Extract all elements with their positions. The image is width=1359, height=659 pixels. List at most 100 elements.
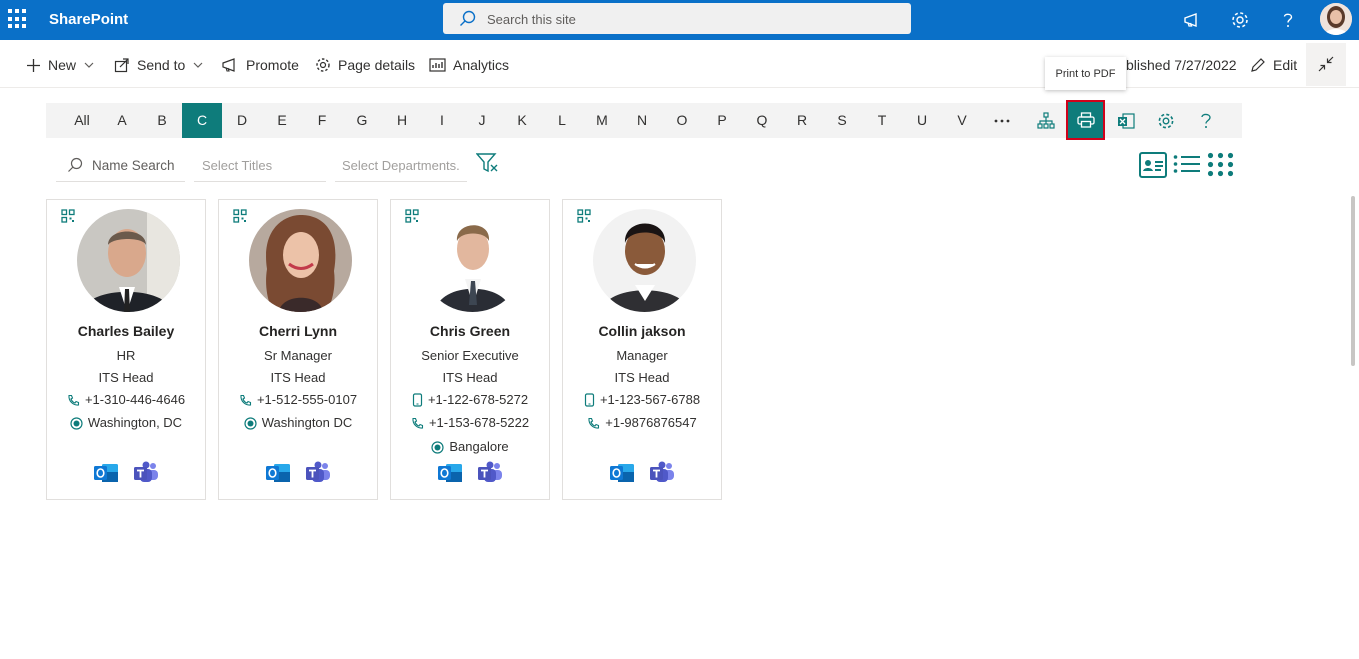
- letter-t[interactable]: T: [862, 103, 902, 138]
- new-label: New: [48, 57, 77, 73]
- employee-card[interactable]: Cherri Lynn Sr Manager ITS Head +1-512-5…: [218, 199, 378, 500]
- titles-placeholder: Select Titles: [202, 158, 273, 173]
- print-to-pdf-button[interactable]: [1066, 100, 1105, 140]
- employee-location-text: Washington DC: [261, 415, 353, 430]
- employee-phone[interactable]: +1-153-678-5222: [391, 415, 549, 430]
- directory-help-button[interactable]: [1186, 103, 1226, 138]
- letter-h[interactable]: H: [382, 103, 422, 138]
- letter-v[interactable]: V: [942, 103, 982, 138]
- card-view-icon[interactable]: [1139, 152, 1167, 178]
- clear-filter-icon[interactable]: [476, 152, 500, 174]
- collapse-button[interactable]: [1306, 43, 1346, 86]
- letter-k[interactable]: K: [502, 103, 542, 138]
- employee-phone[interactable]: +1-310-446-4646: [47, 392, 205, 407]
- letter-n[interactable]: N: [622, 103, 662, 138]
- name-search-placeholder: Name Search: [92, 158, 175, 173]
- employee-photo: [249, 209, 352, 312]
- letter-j[interactable]: J: [462, 103, 502, 138]
- qr-code-icon[interactable]: [577, 209, 591, 223]
- employee-name: Collin jakson: [598, 323, 686, 339]
- letter-f[interactable]: F: [302, 103, 342, 138]
- teams-icon[interactable]: [133, 461, 159, 485]
- letter-c[interactable]: C: [182, 103, 222, 138]
- letter-g[interactable]: G: [342, 103, 382, 138]
- letter-s[interactable]: S: [822, 103, 862, 138]
- letter-m[interactable]: M: [582, 103, 622, 138]
- teams-icon[interactable]: [649, 461, 675, 485]
- send-to-button[interactable]: Send to: [114, 57, 210, 73]
- employee-card[interactable]: Collin jakson Manager ITS Head +1-123-56…: [562, 199, 722, 500]
- letter-r[interactable]: R: [782, 103, 822, 138]
- edit-button[interactable]: Edit: [1250, 57, 1297, 73]
- export-excel-button[interactable]: [1106, 103, 1146, 138]
- employee-phone-number: +1-512-555-0107: [256, 392, 358, 407]
- promote-label: Promote: [246, 57, 299, 73]
- promote-button[interactable]: Promote: [221, 57, 299, 73]
- megaphone-icon[interactable]: [1182, 10, 1202, 30]
- phone-icon: [412, 417, 423, 429]
- letter-e[interactable]: E: [262, 103, 302, 138]
- directory-settings-button[interactable]: [1146, 103, 1186, 138]
- grid-view-icon[interactable]: [1207, 152, 1234, 177]
- departments-select[interactable]: Select Departments.: [335, 150, 467, 182]
- org-chart-button[interactable]: [1026, 103, 1066, 138]
- employee-location: Bangalore: [391, 439, 549, 454]
- analytics-button[interactable]: Analytics: [429, 57, 509, 73]
- letter-i[interactable]: I: [422, 103, 462, 138]
- employee-department: ITS Head: [270, 370, 326, 385]
- qr-code-icon[interactable]: [61, 209, 75, 223]
- contact-apps: [47, 461, 205, 490]
- brand-title[interactable]: SharePoint: [49, 11, 128, 28]
- page-details-button[interactable]: Page details: [315, 57, 415, 73]
- qr-code-icon[interactable]: [233, 209, 247, 223]
- excel-icon: [1118, 112, 1135, 129]
- name-search-input[interactable]: Name Search: [56, 150, 185, 182]
- location-icon: [244, 417, 257, 430]
- letter-q[interactable]: Q: [742, 103, 782, 138]
- list-view-icon[interactable]: [1173, 154, 1201, 174]
- teams-icon[interactable]: [477, 461, 503, 485]
- mobile-phone-icon: [584, 393, 595, 407]
- letter-all[interactable]: All: [62, 103, 102, 138]
- site-search-input[interactable]: Search this site: [443, 3, 911, 34]
- employee-name: Chris Green: [429, 323, 511, 339]
- employee-department: ITS Head: [442, 370, 498, 385]
- app-launcher-icon[interactable]: [8, 9, 28, 29]
- teams-icon[interactable]: [305, 461, 331, 485]
- employee-phone-number: +1-310-446-4646: [84, 392, 186, 407]
- outlook-icon[interactable]: [437, 461, 463, 485]
- letter-l[interactable]: L: [542, 103, 582, 138]
- search-icon: [460, 10, 476, 26]
- qr-code-icon[interactable]: [405, 209, 419, 223]
- page-details-label: Page details: [338, 57, 416, 73]
- outlook-icon[interactable]: [93, 461, 119, 485]
- settings-gear-icon[interactable]: [1230, 10, 1250, 30]
- help-icon[interactable]: [1278, 10, 1298, 30]
- titles-select[interactable]: Select Titles: [194, 150, 326, 182]
- letter-a[interactable]: A: [102, 103, 142, 138]
- employee-mobile-number: +1-122-678-5272: [427, 392, 529, 407]
- phone-icon: [68, 394, 79, 406]
- new-button[interactable]: New: [26, 57, 101, 73]
- letter-d[interactable]: D: [222, 103, 262, 138]
- edit-label: Edit: [1273, 57, 1298, 73]
- page-scrollbar[interactable]: [1351, 196, 1355, 366]
- employee-location: Washington DC: [219, 415, 377, 430]
- more-letters-button[interactable]: [982, 103, 1022, 138]
- employee-mobile[interactable]: +1-123-567-6788: [563, 392, 721, 407]
- user-avatar[interactable]: [1320, 3, 1352, 35]
- letter-p[interactable]: P: [702, 103, 742, 138]
- employee-card[interactable]: Charles Bailey HR ITS Head +1-310-446-46…: [46, 199, 206, 500]
- employee-phone[interactable]: +1-9876876547: [563, 415, 721, 430]
- outlook-icon[interactable]: [265, 461, 291, 485]
- letter-b[interactable]: B: [142, 103, 182, 138]
- employee-mobile[interactable]: +1-122-678-5272: [391, 392, 549, 407]
- letter-u[interactable]: U: [902, 103, 942, 138]
- org-chart-icon: [1037, 111, 1055, 129]
- letter-o[interactable]: O: [662, 103, 702, 138]
- outlook-icon[interactable]: [609, 461, 635, 485]
- employee-location-text: Bangalore: [449, 439, 509, 454]
- published-status: blished 7/27/2022: [1126, 57, 1237, 73]
- employee-card[interactable]: Chris Green Senior Executive ITS Head +1…: [390, 199, 550, 500]
- employee-phone[interactable]: +1-512-555-0107: [219, 392, 377, 407]
